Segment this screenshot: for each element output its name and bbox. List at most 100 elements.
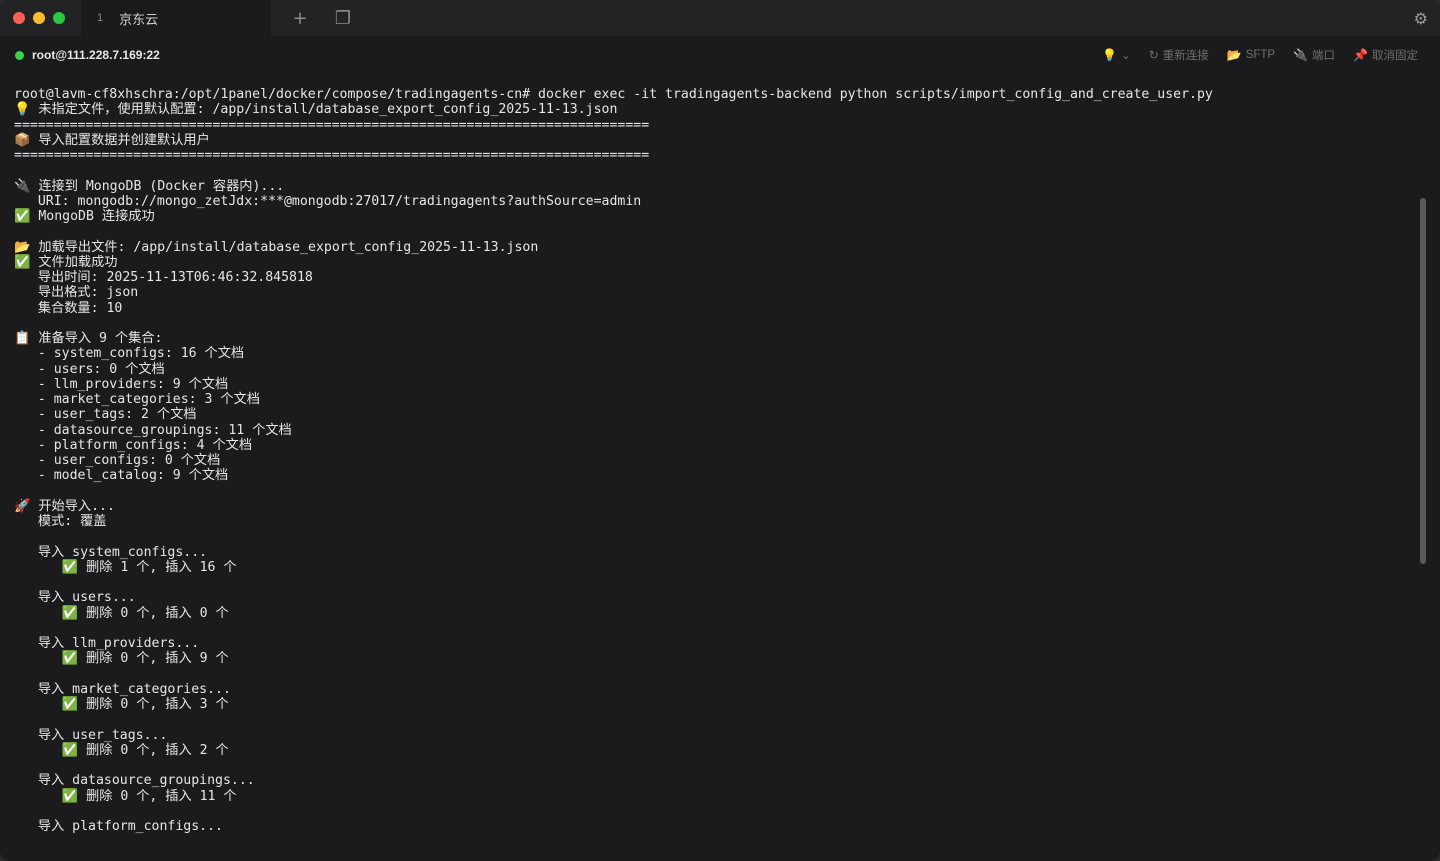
line-text: 文件加载成功 <box>30 254 118 270</box>
action-label: SFTP <box>1245 49 1276 61</box>
terminal-output[interactable]: root@lavm-cf8xhschra:/opt/1panel/docker/… <box>14 87 1409 857</box>
folder-icon: 📂 <box>1226 48 1242 62</box>
line-text: 模式: 覆盖 <box>14 514 107 529</box>
action-plug[interactable]: 🔌 端口 <box>1293 47 1335 63</box>
action-label: 取消固定 <box>1372 50 1418 62</box>
line-text: - market_categories: 3 个文档 <box>14 392 260 407</box>
line-prefix: ✅ <box>14 742 79 758</box>
line-text: 导入 datasource_groupings... <box>14 773 255 789</box>
line-text: - user_configs: 0 个文档 <box>14 453 221 468</box>
action-pin[interactable]: 📌 取消固定 <box>1353 47 1418 63</box>
tab-jdcloud[interactable]: 1 京东云 <box>81 0 271 36</box>
line-text: 导入 user_tags... <box>14 727 168 743</box>
line-prefix: 💡 <box>14 102 31 118</box>
terminal-line: 导入 user_tags... <box>14 728 1409 743</box>
line-text: URI: mongodb://mongo_zetJdx:***@mongodb:… <box>14 193 642 209</box>
line-text: - system_configs: 16 个文档 <box>14 346 245 362</box>
status-indicator <box>15 50 24 60</box>
terminal-line: - users: 0 个文档 <box>14 362 1409 377</box>
tab-number: 1 <box>97 12 104 24</box>
action-lightbulb[interactable]: 💡 ⌄ <box>1102 47 1131 63</box>
line-text: 未指定文件，使用默认配置: /app/install/database_expo… <box>30 102 618 118</box>
plug-icon: 🔌 <box>1293 48 1309 62</box>
terminal-window: 1 京东云 + ❐ ⚙ root@111.228.7.169:22 💡 ⌄ ↻ 重新连… <box>0 0 1440 861</box>
line-text: 导入 users... <box>14 590 136 606</box>
terminal-line: - model_catalog: 9 个文档 <box>14 468 1409 483</box>
terminal-line: ✅ 删除 0 个, 插入 3 个 <box>14 697 1409 712</box>
terminal-line: 导入 system_configs... <box>14 545 1409 560</box>
plus-icon[interactable]: + <box>285 8 315 29</box>
window-icon[interactable]: ❐ <box>329 8 357 29</box>
tab-title: 京东云 <box>119 11 159 27</box>
terminal-line: - system_configs: 16 个文档 <box>14 346 1409 361</box>
line-text: root@lavm-cf8xhschra:/opt/1panel/docker/… <box>14 87 1213 102</box>
line-prefix: 🚀 <box>14 498 31 514</box>
host-label: root@111.228.7.169:22 <box>32 48 160 62</box>
line-text: 删除 0 个, 插入 2 个 <box>78 742 229 758</box>
terminal-line: ========================================… <box>14 148 1409 163</box>
window-controls <box>13 12 81 24</box>
terminal-line: URI: mongodb://mongo_zetJdx:***@mongodb:… <box>14 194 1409 209</box>
line-text: ========================================… <box>14 117 650 133</box>
line-text: 删除 0 个, 插入 11 个 <box>78 788 237 804</box>
line-prefix: ✅ <box>14 254 31 270</box>
terminal-line: ========================================… <box>14 118 1409 133</box>
line-prefix: ✅ <box>14 209 31 224</box>
refresh-icon: ↻ <box>1148 48 1159 62</box>
line-text: 准备导入 9 个集合: <box>30 331 163 346</box>
line-text: 删除 0 个, 插入 9 个 <box>78 651 229 667</box>
terminal-line: 🔌 连接到 MongoDB (Docker 容器内)... <box>14 179 1409 194</box>
action-label: 端口 <box>1312 50 1336 62</box>
line-text: - user_tags: 2 个文档 <box>14 407 197 423</box>
terminal-line: 导出时间: 2025-11-13T06:46:32.845818 <box>14 270 1409 285</box>
minimize-icon[interactable] <box>33 12 45 24</box>
terminal-line: 📂 加载导出文件: /app/install/database_export_c… <box>14 240 1409 255</box>
line-text: MongoDB 连接成功 <box>30 209 155 224</box>
toolbar-actions: 💡 ⌄ ↻ 重新连接 📂 SFTP 🔌 端口 📌 取消固定 <box>1102 47 1418 63</box>
line-text: 连接到 MongoDB (Docker 容器内)... <box>30 178 285 194</box>
line-text: - llm_providers: 9 个文档 <box>14 376 229 392</box>
terminal-line: 集合数量: 10 <box>14 301 1409 316</box>
line-text: - users: 0 个文档 <box>14 361 165 377</box>
terminal-line: root@lavm-cf8xhschra:/opt/1panel/docker/… <box>14 87 1409 102</box>
terminal-line: ✅ MongoDB 连接成功 <box>14 209 1409 224</box>
action-label: 重新连接 <box>1162 50 1209 62</box>
terminal-line: 导入 datasource_groupings... <box>14 773 1409 788</box>
line-prefix: ✅ <box>14 697 79 712</box>
action-refresh[interactable]: ↻ 重新连接 <box>1149 47 1209 63</box>
line-text: - datasource_groupings: 11 个文档 <box>14 422 292 438</box>
line-text: 删除 1 个, 插入 16 个 <box>78 559 237 575</box>
line-prefix: ✅ <box>14 605 79 621</box>
terminal-line: 💡 未指定文件，使用默认配置: /app/install/database_ex… <box>14 102 1409 117</box>
zoom-icon[interactable] <box>53 12 65 24</box>
line-prefix: ✅ <box>14 559 79 575</box>
action-label: ⌄ <box>1121 50 1131 62</box>
action-folder[interactable]: 📂 SFTP <box>1227 47 1275 63</box>
line-prefix: 📋 <box>14 331 31 346</box>
terminal-line: ✅ 删除 0 个, 插入 2 个 <box>14 743 1409 758</box>
terminal-line: - user_configs: 0 个文档 <box>14 453 1409 468</box>
scrollbar[interactable] <box>1420 198 1426 564</box>
line-text: 导入配置数据并创建默认用户 <box>30 132 210 148</box>
terminal-line: 导入 llm_providers... <box>14 636 1409 651</box>
line-prefix: 📦 <box>14 132 31 148</box>
terminal-line: 模式: 覆盖 <box>14 514 1409 529</box>
line-prefix: ✅ <box>14 788 79 804</box>
terminal-line: ✅ 删除 1 个, 插入 16 个 <box>14 560 1409 575</box>
line-text: 导入 system_configs... <box>14 544 208 560</box>
close-icon[interactable] <box>13 12 25 24</box>
terminal-line: 📋 准备导入 9 个集合: <box>14 331 1409 346</box>
line-text: 导入 platform_configs... <box>14 819 223 834</box>
line-text: 导入 market_categories... <box>14 681 231 697</box>
lightbulb-icon: 💡 <box>1102 48 1118 62</box>
terminal-line: ✅ 删除 0 个, 插入 0 个 <box>14 606 1409 621</box>
gear-icon[interactable]: ⚙ <box>1414 9 1428 28</box>
